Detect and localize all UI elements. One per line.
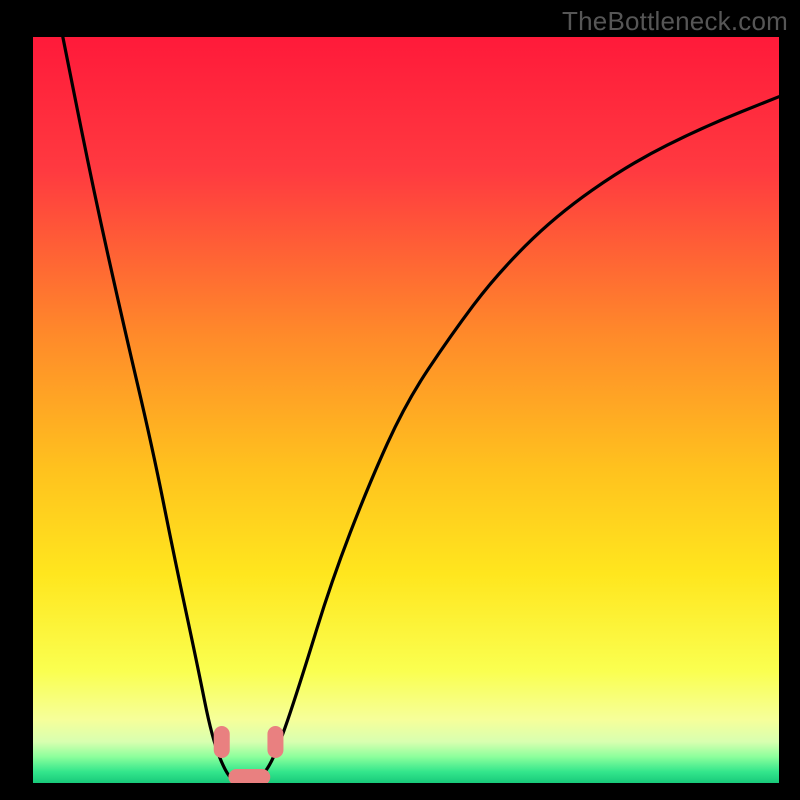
frame-bottom [0,783,800,800]
frame-right [779,0,800,800]
bottleneck-chart [0,0,800,800]
watermark-text: TheBottleneck.com [562,6,788,37]
frame-left [0,0,33,800]
marker-threshold-left [214,726,230,758]
marker-threshold-right [267,726,283,758]
